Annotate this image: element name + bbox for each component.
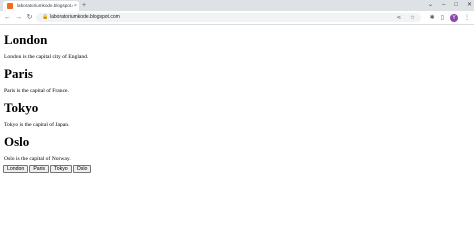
tokyo-button[interactable]: Tokyo [50,165,72,173]
city-section-oslo: Oslo Oslo is the capital of Norway. [4,134,444,163]
reload-icon[interactable]: ↻ [25,11,34,24]
tab-strip: laboratoriumkode.blogspot.c × + ⌄ – □ ✕ [0,0,474,11]
lock-icon[interactable]: 🔒 [42,14,48,21]
menu-dots-icon[interactable]: ⋮ [464,14,470,21]
page-content: London London is the capital city of Eng… [0,25,474,248]
city-description: Paris is the capital of France. [4,88,69,94]
tab-title: laboratoriumkode.blogspot.c [17,3,73,8]
city-description: Oslo is the capital of Norway. [4,156,71,162]
window-controls: ⌄ – □ ✕ [428,0,472,11]
back-arrow-icon[interactable]: ← [3,11,12,24]
paris-button[interactable]: Paris [29,165,50,173]
minimize-icon[interactable]: – [442,0,445,11]
chevron-down-icon[interactable]: ⌄ [428,0,433,11]
city-section-tokyo: Tokyo Tokyo is the capital of Japan. [4,100,444,129]
side-panel-icon[interactable]: ▯ [441,14,444,21]
extensions-puzzle-icon[interactable]: ✱ [430,14,435,21]
city-section-london: London London is the capital city of Eng… [4,32,444,61]
city-description: London is the capital city of England. [4,54,89,60]
blogger-favicon-icon [7,3,13,9]
new-tab-icon[interactable]: + [82,1,86,10]
city-heading: Tokyo [4,100,39,115]
browser-toolbar: ← → ↻ 🔒 laboratoriumkode.blogspot.com ⋖ … [0,11,474,25]
close-window-icon[interactable]: ✕ [467,0,472,11]
city-button-bar: London Paris Tokyo Oslo [3,165,92,173]
maximize-icon[interactable]: □ [454,0,458,11]
browser-tab[interactable]: laboratoriumkode.blogspot.c × [3,1,79,11]
oslo-button[interactable]: Oslo [72,165,92,173]
city-section-paris: Paris Paris is the capital of France. [4,66,444,95]
city-heading: Oslo [4,134,30,149]
city-heading: London [4,32,48,47]
london-button[interactable]: London [3,165,29,173]
url-text[interactable]: laboratoriumkode.blogspot.com [50,13,120,22]
address-bar[interactable]: 🔒 laboratoriumkode.blogspot.com ⋖ ☆ [36,13,421,22]
omnibox-actions: ⋖ ☆ [396,13,415,22]
profile-avatar[interactable]: Y [450,13,458,22]
extension-area: ✱ ▯ Y ⋮ [430,11,470,24]
tab-close-icon[interactable]: × [74,1,77,11]
forward-arrow-icon[interactable]: → [14,11,23,24]
city-description: Tokyo is the capital of Japan. [4,122,70,128]
bookmark-star-icon[interactable]: ☆ [410,15,415,21]
share-icon[interactable]: ⋖ [396,15,401,21]
city-heading: Paris [4,66,33,81]
